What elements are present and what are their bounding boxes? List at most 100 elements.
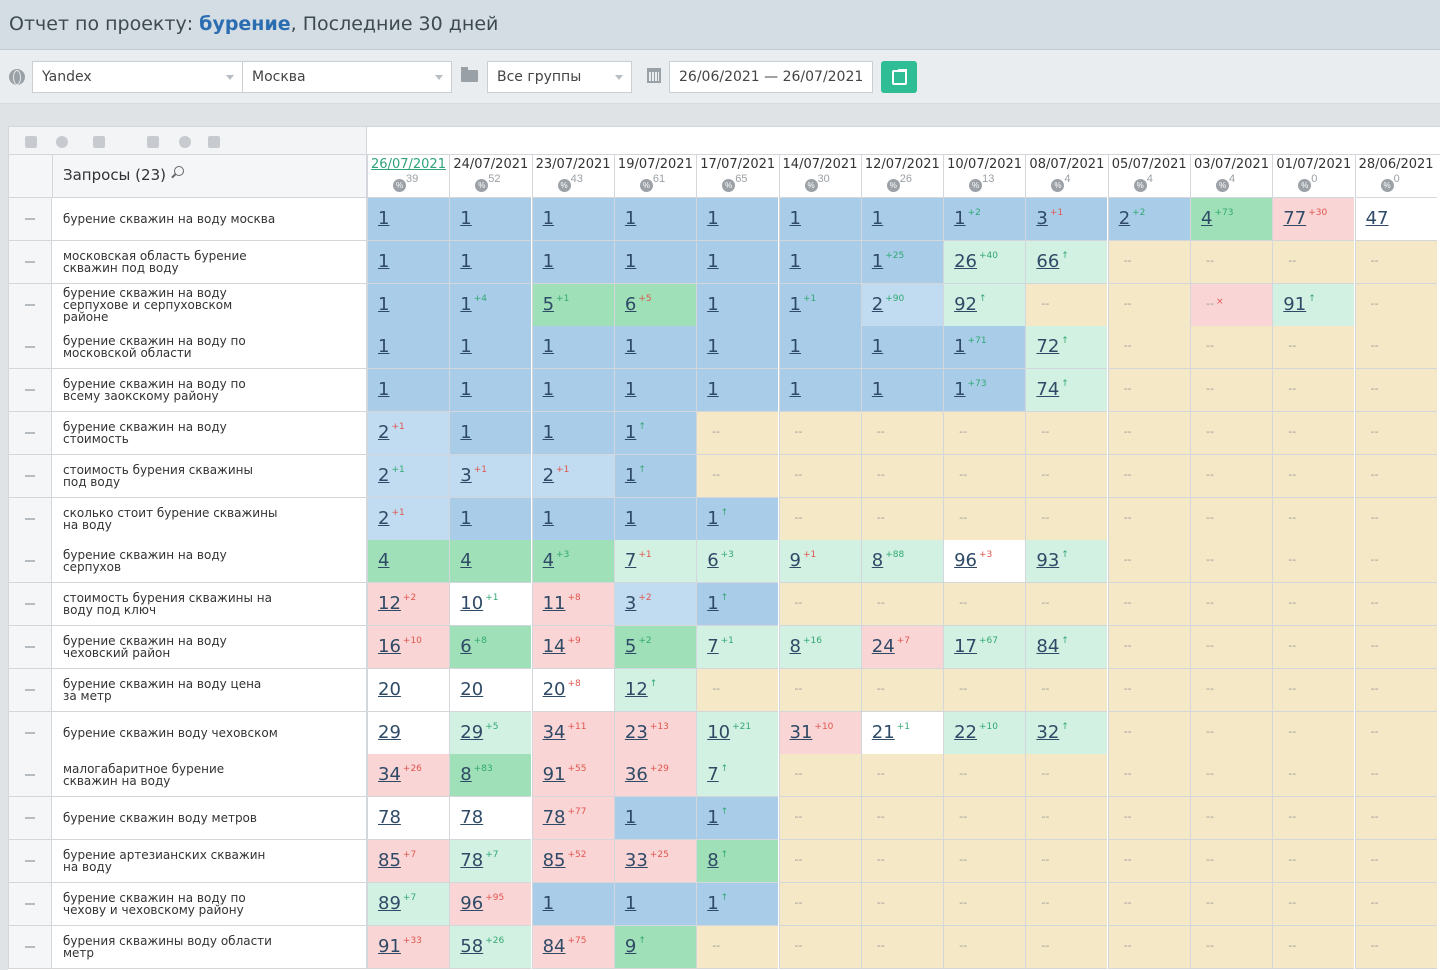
position-link[interactable]: 89 +7 [378,893,416,914]
position-link[interactable]: 1 [543,208,554,229]
position-link[interactable]: 8 +88 [872,550,904,571]
position-link[interactable]: 4 +3 [543,550,570,571]
row-toggle[interactable] [8,583,52,627]
row-toggle[interactable] [8,198,52,241]
position-link[interactable]: 36 +29 [625,764,669,785]
position-link[interactable]: 78 +7 [460,850,498,871]
position-link[interactable]: 1 [790,208,801,229]
position-link[interactable]: 1 [790,336,801,357]
position-link[interactable]: 93 ↑ [1036,550,1068,571]
project-name[interactable]: бурение [199,13,290,35]
position-link[interactable]: 84 +75 [543,936,587,957]
position-link[interactable]: 7 +1 [707,636,734,657]
position-link[interactable]: 1 +1 [790,294,817,315]
position-link[interactable]: 8 +83 [460,764,492,785]
position-link[interactable]: 1 [460,208,471,229]
row-toggle[interactable] [8,925,52,969]
row-toggle[interactable] [8,412,52,455]
position-link[interactable]: 3 +1 [460,465,487,486]
position-link[interactable]: 34 +11 [543,722,587,743]
position-link[interactable]: 1 [625,251,636,272]
sort-icon[interactable] [25,136,37,148]
row-toggle[interactable] [8,369,52,413]
position-link[interactable]: 7 +1 [625,550,652,571]
position-link[interactable]: 1 [543,422,554,443]
position-link[interactable]: 1 +73 [954,379,986,400]
row-toggle[interactable] [8,497,52,541]
position-link[interactable]: 5 +2 [625,636,652,657]
position-link[interactable]: 1 +25 [872,251,904,272]
position-link[interactable]: 1 [378,208,389,229]
position-link[interactable]: 1 [460,379,471,400]
position-link[interactable]: 16 +10 [378,636,422,657]
position-link[interactable]: 1 ↑ [707,807,728,828]
position-link[interactable]: 1 ↑ [707,508,728,529]
position-link[interactable]: 47 [1366,208,1389,229]
position-link[interactable]: 1 [872,379,883,400]
position-link[interactable]: 20 +8 [543,679,581,700]
position-link[interactable]: 1 [872,208,883,229]
position-link[interactable]: 6 +3 [707,550,734,571]
position-link[interactable]: 10 +21 [707,722,751,743]
position-link[interactable]: 72 ↑ [1036,336,1068,357]
position-link[interactable]: 78 [460,807,483,828]
position-link[interactable]: 92 ↑ [954,294,986,315]
position-link[interactable]: 6 +5 [625,294,652,315]
position-link[interactable]: 1 [460,251,471,272]
position-link[interactable]: 4 [460,550,471,571]
date-range-input[interactable]: 26/06/2021 — 26/07/2021 [669,61,873,93]
position-link[interactable]: 1 [378,294,389,315]
position-link[interactable]: 1 +2 [954,208,981,229]
region-select[interactable]: Москва [242,61,452,93]
position-link[interactable]: 1 ↑ [625,422,646,443]
position-link[interactable]: 4 +73 [1201,208,1233,229]
position-link[interactable]: 3 +2 [625,593,652,614]
date-column-header[interactable]: 26/07/2021% 39 [367,155,449,198]
position-link[interactable]: 91 +55 [543,764,587,785]
position-link[interactable]: 2 +1 [378,422,405,443]
position-link[interactable]: 96 +95 [460,893,504,914]
row-toggle[interactable] [8,326,52,370]
position-link[interactable]: 85 +52 [543,850,587,871]
position-link[interactable]: 84 ↑ [1036,636,1068,657]
position-link[interactable]: 1 [378,336,389,357]
position-link[interactable]: 3 +1 [1036,208,1063,229]
position-link[interactable]: 1 [707,336,718,357]
position-link[interactable]: 1 ↑ [625,465,646,486]
position-link[interactable]: 2 +90 [872,294,904,315]
row-toggle[interactable] [8,626,52,669]
position-link[interactable]: 20 [460,679,483,700]
position-link[interactable]: 1 [707,294,718,315]
position-link[interactable]: 29 +5 [460,722,498,743]
position-link[interactable]: 1 [543,336,554,357]
position-link[interactable]: 1 ↑ [707,593,728,614]
position-link[interactable]: 91 +33 [378,936,422,957]
grid-icon[interactable] [147,136,159,148]
position-link[interactable]: 8 +16 [790,636,822,657]
row-toggle[interactable] [8,882,52,926]
position-link[interactable]: 1 [625,893,636,914]
position-link[interactable]: 1 [790,379,801,400]
row-toggle[interactable] [8,454,52,498]
toggle-icon[interactable] [56,136,68,148]
link-icon[interactable] [93,136,105,148]
row-toggle[interactable] [8,668,52,712]
row-toggle[interactable] [8,283,52,327]
position-link[interactable]: 1 [378,379,389,400]
position-link[interactable]: 85 +7 [378,850,416,871]
position-link[interactable]: 58 +26 [460,936,504,957]
position-link[interactable]: 32 ↑ [1036,722,1068,743]
position-link[interactable]: 26 +40 [954,251,998,272]
position-link[interactable]: 5 +1 [543,294,570,315]
row-toggle[interactable] [8,711,52,755]
position-link[interactable]: 1 [543,893,554,914]
position-link[interactable]: 14 +9 [543,636,581,657]
position-link[interactable]: 20 [378,679,401,700]
row-toggle[interactable] [8,797,52,841]
position-link[interactable]: 77 +30 [1283,208,1327,229]
position-link[interactable]: 31 +10 [790,722,834,743]
position-link[interactable]: 33 +25 [625,850,669,871]
position-link[interactable]: 8 ↑ [707,850,728,871]
position-link[interactable]: 2 +1 [543,465,570,486]
position-link[interactable]: 96 +3 [954,550,992,571]
